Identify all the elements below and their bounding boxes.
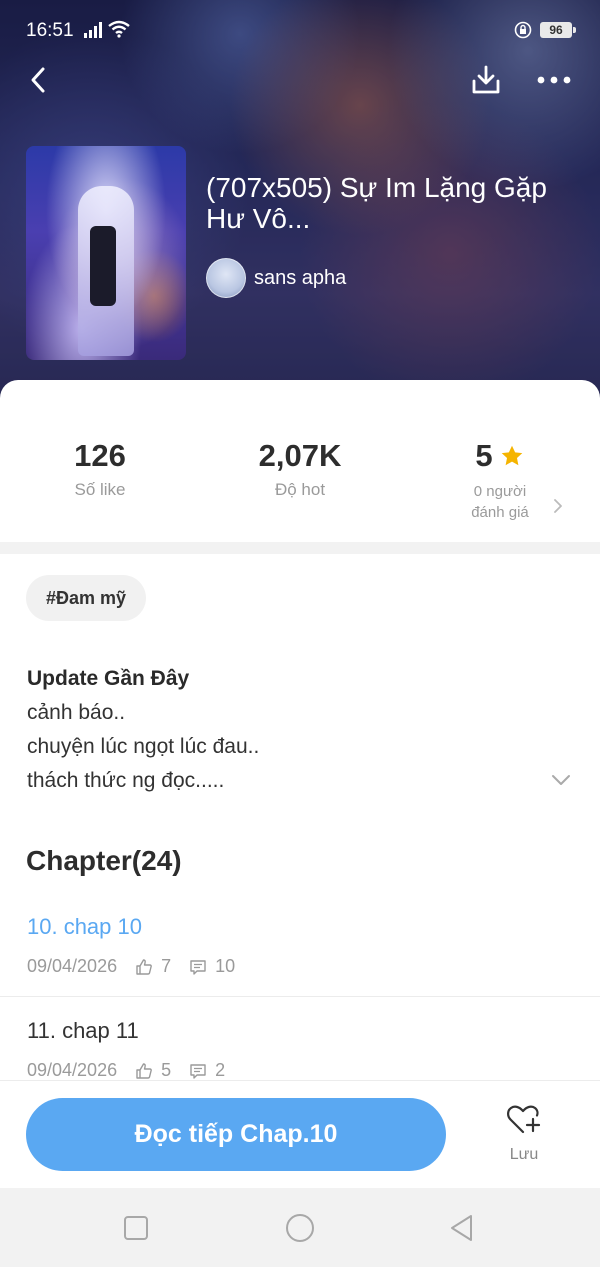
chevron-left-icon [31, 67, 45, 93]
hot-label: Độ hot [274, 480, 326, 499]
author-avatar [206, 258, 246, 298]
chapter-title: 10. chap 10 [27, 914, 142, 939]
story-description: Update Gần Đây cảnh báo.. chuyện lúc ngọ… [27, 662, 547, 798]
likes-count: 126 [74, 438, 126, 473]
chapter-date: 09/04/2026 [27, 956, 118, 976]
rotation-lock-icon [514, 21, 532, 39]
stat-hot: 2,07K Độ hot [220, 438, 380, 500]
chapter-meta: 09/04/2026 7 10 [27, 956, 235, 977]
story-title: (707x505) Sự Im Lặng Gặp Hư Vô... [206, 172, 547, 234]
genre-tag[interactable]: #Đam mỹ [26, 575, 147, 621]
chapter-list-item[interactable]: 11. chap 11 09/04/2026 5 2 [0, 1014, 600, 1088]
chevron-down-icon[interactable] [550, 772, 572, 788]
back-button[interactable] [22, 64, 54, 96]
status-time: 16:51 [26, 20, 74, 41]
likes-label: Số like [74, 480, 126, 499]
thumbs-up-icon [136, 958, 152, 975]
author-name: sans apha [254, 266, 347, 289]
star-icon [501, 445, 522, 466]
section-divider [0, 542, 600, 554]
description-title: Update Gần Đây [27, 667, 190, 690]
chapter-comments: 2 [215, 1060, 226, 1080]
chapter-title: 11. chap 11 [27, 1018, 139, 1043]
thumbs-up-icon [136, 1062, 152, 1079]
system-navigation-bar [0, 1188, 600, 1267]
recent-apps-icon[interactable] [120, 1212, 152, 1244]
more-options-button[interactable] [534, 62, 574, 98]
comment-icon [190, 1063, 206, 1079]
rating-value: 5 [475, 438, 493, 473]
download-icon [472, 65, 500, 94]
chevron-right-icon[interactable] [552, 498, 564, 514]
signal-icon [84, 22, 102, 38]
continue-reading-button[interactable]: Đọc tiếp Chap.10 [26, 1098, 446, 1171]
battery-indicator: 96 [540, 22, 576, 38]
chapter-meta: 09/04/2026 5 2 [27, 1060, 225, 1081]
chapter-list-heading: Chapter(24) [26, 845, 182, 876]
hot-count: 2,07K [258, 438, 342, 473]
back-triangle-icon[interactable] [446, 1212, 478, 1244]
top-nav [0, 60, 600, 100]
stats-row: 126 Số like 2,07K Độ hot 5 0 người đánh … [0, 380, 600, 542]
description-line: chuyện lúc ngọt lúc đau.. [27, 735, 260, 758]
cover-figure-detail [90, 226, 116, 306]
stat-likes: 126 Số like [20, 438, 180, 500]
status-bar: 16:51 96 [0, 0, 600, 62]
comment-icon [190, 959, 206, 975]
chapter-comments: 10 [215, 956, 236, 976]
home-icon[interactable] [284, 1212, 316, 1244]
download-button[interactable] [468, 62, 504, 98]
bottom-action-bar: Đọc tiếp Chap.10 Lưu [0, 1080, 600, 1188]
story-cover-image [26, 146, 186, 360]
more-dots-icon [537, 76, 571, 84]
row-divider [0, 996, 600, 997]
chapter-list-item[interactable]: 10. chap 10 09/04/2026 7 10 [0, 910, 600, 990]
chapter-likes: 7 [161, 956, 172, 976]
wifi-icon [108, 20, 130, 38]
heart-plus-icon [507, 1105, 541, 1134]
rating-value-row: 5 [420, 438, 580, 474]
story-detail-card: 126 Số like 2,07K Độ hot 5 0 người đánh … [0, 380, 600, 1088]
description-line: cảnh báo.. [27, 701, 126, 724]
save-button[interactable]: Lưu [494, 1103, 554, 1173]
chapter-likes: 5 [161, 1060, 172, 1080]
save-label: Lưu [509, 1146, 539, 1163]
author-link[interactable]: sans apha [206, 258, 346, 298]
chapter-date: 09/04/2026 [27, 1060, 118, 1080]
description-line: thách thức ng đọc..... [27, 769, 225, 792]
